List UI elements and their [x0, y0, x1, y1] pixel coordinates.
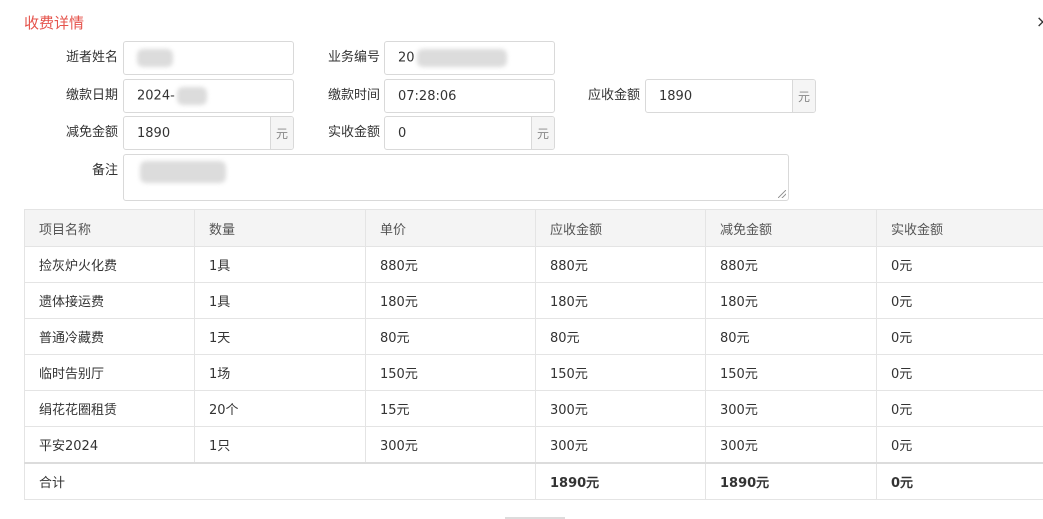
receivable-label: 应收金额 — [587, 88, 640, 103]
table-cell: 0元 — [876, 426, 1043, 464]
received-label: 实收金额 — [327, 125, 380, 140]
table-cell: 1只 — [194, 426, 366, 464]
pay-date-field[interactable]: 2024- — [123, 79, 294, 113]
table-cell: 80元 — [365, 318, 536, 355]
business-no-field[interactable]: 20 — [384, 41, 555, 75]
received-field[interactable]: 0 元 — [384, 116, 555, 150]
column-header: 单价 — [365, 209, 536, 247]
table-cell: 880元 — [365, 246, 536, 283]
table-cell: 150元 — [365, 354, 536, 391]
table-cell: 300元 — [705, 390, 877, 427]
table-cell: 180元 — [365, 282, 536, 319]
business-no-value: 20 — [398, 50, 415, 66]
resize-grip-icon[interactable] — [778, 190, 786, 198]
waived-value: 1890 — [137, 125, 171, 141]
table-cell: 880元 — [535, 246, 706, 283]
table-cell: 1具 — [194, 246, 366, 283]
deceased-name-label: 逝者姓名 — [65, 50, 118, 65]
table-cell: 绢花花圈租赁 — [24, 390, 195, 427]
table-cell: 180元 — [535, 282, 706, 319]
table-cell: 0元 — [876, 318, 1043, 355]
pay-time-field[interactable]: 07:28:06 — [384, 79, 555, 113]
redacted-value — [140, 161, 226, 183]
table-header-row: 项目名称 数量 单价 应收金额 减免金额 实收金额 — [24, 209, 1043, 247]
table-cell: 0元 — [876, 354, 1043, 391]
column-header: 应收金额 — [535, 209, 706, 247]
table-cell: 80元 — [535, 318, 706, 355]
pay-time-value: 07:28:06 — [398, 88, 457, 104]
received-value: 0 — [398, 125, 407, 141]
table-total-row: 合计 1890元 1890元 0元 — [24, 462, 1043, 500]
redacted-value — [176, 87, 207, 105]
table-cell: 0元 — [876, 282, 1043, 319]
table-row: 捡灰炉火化费 1具 880元 880元 880元 0元 — [24, 246, 1043, 283]
table-row: 绢花花圈租赁 20个 15元 300元 300元 0元 — [24, 390, 1043, 427]
table-cell: 20个 — [194, 390, 366, 427]
table-row: 临时告别厅 1场 150元 150元 150元 0元 — [24, 354, 1043, 391]
table-cell: 880元 — [705, 246, 877, 283]
table-cell: 300元 — [705, 426, 877, 464]
waived-label: 减免金额 — [65, 125, 118, 140]
redacted-value — [137, 49, 173, 67]
column-header: 实收金额 — [876, 209, 1043, 247]
table-cell: 150元 — [705, 354, 877, 391]
table-cell: 1场 — [194, 354, 366, 391]
table-cell: 300元 — [365, 426, 536, 464]
remark-textarea[interactable] — [123, 154, 789, 201]
pay-date-label: 缴款日期 — [65, 88, 118, 103]
table-cell: 80元 — [705, 318, 877, 355]
close-icon[interactable]: × — [1036, 12, 1043, 31]
table-cell: 0元 — [876, 390, 1043, 427]
table-row: 普通冷藏费 1天 80元 80元 80元 0元 — [24, 318, 1043, 355]
pay-time-label: 缴款时间 — [327, 88, 380, 103]
table-cell: 捡灰炉火化费 — [24, 246, 195, 283]
column-header: 数量 — [194, 209, 366, 247]
waived-field[interactable]: 1890 元 — [123, 116, 294, 150]
total-received: 0元 — [876, 462, 1043, 500]
table-cell: 遗体接运费 — [24, 282, 195, 319]
total-receivable: 1890元 — [535, 462, 706, 500]
table-row: 平安2024 1只 300元 300元 300元 0元 — [24, 426, 1043, 464]
receivable-field[interactable]: 1890 元 — [645, 79, 816, 113]
receivable-unit: 元 — [792, 80, 815, 112]
fee-items-table: 项目名称 数量 单价 应收金额 减免金额 实收金额 捡灰炉火化费 1具 880元… — [24, 209, 1043, 500]
deceased-name-field[interactable] — [123, 41, 294, 75]
table-cell: 0元 — [876, 246, 1043, 283]
table-cell: 150元 — [535, 354, 706, 391]
pay-date-value: 2024- — [137, 88, 175, 104]
business-no-label: 业务编号 — [327, 50, 380, 65]
column-header: 项目名称 — [24, 209, 195, 247]
remark-label: 备注 — [91, 163, 118, 178]
table-cell: 普通冷藏费 — [24, 318, 195, 355]
table-cell: 180元 — [705, 282, 877, 319]
receivable-value: 1890 — [659, 88, 693, 104]
table-cell: 平安2024 — [24, 426, 195, 464]
table-cell: 15元 — [365, 390, 536, 427]
table-cell: 1具 — [194, 282, 366, 319]
table-cell: 1天 — [194, 318, 366, 355]
received-unit: 元 — [531, 117, 554, 149]
column-header: 减免金额 — [705, 209, 877, 247]
table-cell: 300元 — [535, 390, 706, 427]
table-row: 遗体接运费 1具 180元 180元 180元 0元 — [24, 282, 1043, 319]
total-waived: 1890元 — [705, 462, 877, 500]
total-label: 合计 — [24, 462, 536, 500]
table-cell: 临时告别厅 — [24, 354, 195, 391]
dialog-title: 收费详情 — [24, 14, 85, 32]
table-cell: 300元 — [535, 426, 706, 464]
redacted-value — [416, 49, 507, 67]
